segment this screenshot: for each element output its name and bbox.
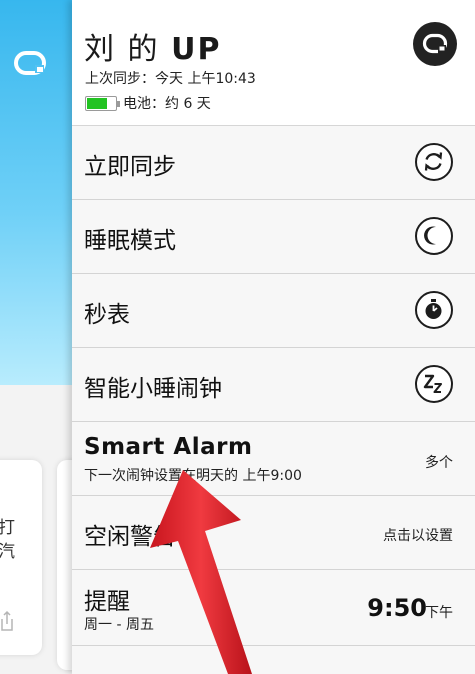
menu-item-label: 智能小睡闹钟 <box>84 376 222 402</box>
last-sync-text: 上次同步：今天 上午10:43 <box>85 71 256 87</box>
battery-level <box>87 97 107 109</box>
moon-icon[interactable] <box>415 217 453 255</box>
share-icon[interactable] <box>0 610 14 632</box>
menu-item-label: 立即同步 <box>84 154 176 180</box>
reminder-time: 9:50 <box>367 594 427 622</box>
menu-item-idle-alert[interactable]: 空闲警告 点击以设置 <box>72 496 475 570</box>
menu-item-sync-now[interactable]: 立即同步 <box>72 126 475 200</box>
background-app: 打 汽 <box>0 0 72 674</box>
smart-alarm-title: Smart Alarm <box>84 434 253 460</box>
smart-alarm-subtitle: 下一次闹钟设置在明天的 上午9:00 <box>84 468 302 484</box>
device-header: 刘 的 UP 上次同步：今天 上午10:43 电池：约 6 天 <box>72 0 475 126</box>
menu-item-sleep-mode[interactable]: 睡眠模式 <box>72 200 475 274</box>
menu-item-reminder[interactable]: 提醒 周一 - 周五 9:50 下午 <box>72 570 475 646</box>
menu-item-power-nap[interactable]: 智能小睡闹钟 <box>72 348 475 422</box>
up-logo-icon <box>422 33 448 54</box>
background-card[interactable] <box>57 460 72 670</box>
idle-alert-value: 点击以设置 <box>383 528 453 544</box>
zz-icon[interactable] <box>415 365 453 403</box>
battery-status: 电池：约 6 天 <box>85 93 211 113</box>
menu-item-label: 秒表 <box>84 302 130 328</box>
menu-item-smart-alarm[interactable]: Smart Alarm 下一次闹钟设置在明天的 上午9:00 多个 <box>72 422 475 496</box>
battery-text: 电池：约 6 天 <box>123 96 211 112</box>
menu-item-stopwatch[interactable]: 秒表 <box>72 274 475 348</box>
device-title: 刘 的 UP <box>84 32 222 67</box>
up-logo-button[interactable] <box>413 22 457 66</box>
menu-item-label: 睡眠模式 <box>84 228 176 254</box>
device-menu-panel: 刘 的 UP 上次同步：今天 上午10:43 电池：约 6 天 立即同步 睡眠模… <box>72 0 475 674</box>
reminder-subtitle: 周一 - 周五 <box>84 617 154 633</box>
stopwatch-icon[interactable] <box>415 291 453 329</box>
smart-alarm-value: 多个 <box>425 455 453 471</box>
reminder-label: 提醒 <box>84 589 130 615</box>
reminder-ampm: 下午 <box>425 605 453 621</box>
menu-item-label: 空闲警告 <box>84 524 176 550</box>
background-card-text: 汽 <box>0 542 15 562</box>
background-card-text: 打 <box>0 518 15 538</box>
battery-icon <box>85 95 120 111</box>
up-logo-icon[interactable] <box>13 50 47 76</box>
sync-icon[interactable] <box>415 143 453 181</box>
